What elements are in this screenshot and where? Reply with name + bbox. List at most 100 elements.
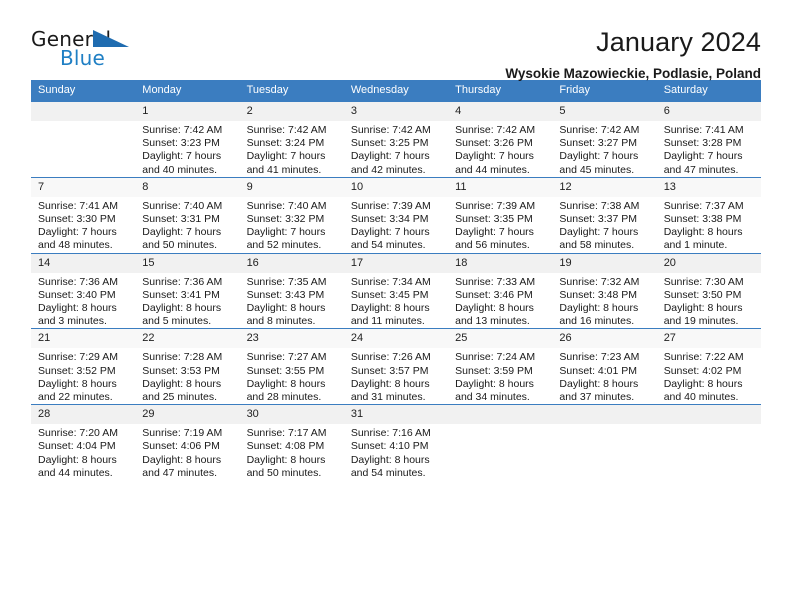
day-detail-line: Daylight: 8 hours	[350, 453, 430, 466]
day-details: Sunrise: 7:28 AM Sunset: 3:53 PM Daylight:…	[135, 348, 239, 404]
calendar-day-cell[interactable]: 26 Sunrise: 7:23 AM Sunset: 4:01 PM Dayligh…	[552, 328, 657, 405]
calendar-day-cell[interactable]: 22 Sunrise: 7:28 AM Sunset: 3:53 PM Dayligh…	[135, 328, 240, 405]
calendar-day-cell[interactable]: 6 Sunrise: 7:41 AM Sunset: 3:28 PM Daylight…	[656, 101, 761, 178]
calendar-day-cell[interactable]: 13 Sunrise: 7:37 AM Sunset: 3:38 PM Dayligh…	[656, 176, 761, 254]
calendar-day-cell[interactable]: 7 Sunrise: 7:41 AM Sunset: 3:30 PM Daylight…	[31, 176, 136, 254]
day-detail-line: Sunset: 3:25 PM	[350, 137, 429, 150]
day-detail-line: Daylight: 7 hours	[350, 226, 430, 239]
calendar-day-cell[interactable]: 30 Sunrise: 7:17 AM Sunset: 4:08 PM Dayligh…	[239, 404, 344, 481]
day-number: 17	[343, 253, 449, 273]
day-detail-line: and 56 minutes.	[455, 239, 530, 252]
calendar-day-cell[interactable]: 9 Sunrise: 7:40 AM Sunset: 3:32 PM Daylight…	[239, 176, 344, 254]
day-detail-line: Daylight: 7 hours	[142, 150, 222, 163]
day-details: Sunrise: 7:27 AM Sunset: 3:55 PM Daylight:…	[240, 348, 344, 404]
day-detail-line: Daylight: 8 hours	[142, 302, 222, 315]
calendar-day-cell[interactable]: 23 Sunrise: 7:27 AM Sunset: 3:55 PM Dayligh…	[239, 328, 344, 405]
day-detail-line: Daylight: 8 hours	[663, 302, 743, 315]
day-detail-line: Daylight: 7 hours	[455, 226, 534, 239]
general-blue-logo[interactable]: General Blue	[31, 27, 151, 75]
day-detail-line: Sunrise: 7:35 AM	[246, 275, 327, 288]
day-detail-line: Sunrise: 7:39 AM	[350, 199, 431, 212]
calendar-day-cell[interactable]: 15 Sunrise: 7:36 AM Sunset: 3:41 PM Dayligh…	[135, 252, 240, 329]
calendar-day-cell[interactable]: 18 Sunrise: 7:33 AM Sunset: 3:46 PM Dayligh…	[448, 252, 553, 329]
day-detail-line: Sunrise: 7:20 AM	[38, 427, 118, 440]
calendar-header-row: Sunday Monday Tuesday Wednesday Thursday Frid…	[31, 80, 761, 102]
day-details: Sunrise: 7:36 AM Sunset: 3:41 PM Daylight:…	[135, 273, 239, 329]
day-details: Sunrise: 7:22 AM Sunset: 4:02 PM Daylight:…	[657, 348, 761, 404]
day-detail-line: and 31 minutes.	[350, 391, 426, 404]
day-number: 2	[239, 102, 344, 121]
calendar-day-cell[interactable]: 21 Sunrise: 7:29 AM Sunset: 3:52 PM Dayligh…	[31, 328, 136, 405]
calendar-day-cell[interactable]: 16 Sunrise: 7:35 AM Sunset: 3:43 PM Dayligh…	[239, 252, 344, 329]
day-number: 15	[135, 253, 240, 273]
calendar-day-cell[interactable]: 19 Sunrise: 7:32 AM Sunset: 3:48 PM Dayligh…	[552, 252, 657, 329]
day-detail-line: Sunrise: 7:32 AM	[559, 275, 640, 288]
day-details: Sunrise: 7:36 AM Sunset: 3:40 PM Daylight:…	[31, 273, 135, 329]
day-detail-line: Sunrise: 7:16 AM	[350, 427, 431, 440]
calendar-day-cell[interactable]: 17 Sunrise: 7:34 AM Sunset: 3:45 PM Dayligh…	[343, 252, 449, 329]
day-details	[552, 424, 656, 427]
calendar-day-cell[interactable]: 10 Sunrise: 7:39 AM Sunset: 3:34 PM Dayligh…	[343, 176, 449, 254]
calendar-day-cell[interactable]: 3 Sunrise: 7:42 AM Sunset: 3:25 PM Daylight…	[343, 101, 449, 178]
day-detail-line: Sunset: 3:27 PM	[559, 137, 638, 150]
day-detail-line: Daylight: 8 hours	[142, 377, 222, 390]
day-detail-line: Daylight: 8 hours	[246, 377, 326, 390]
calendar-day-cell[interactable]: 2 Sunrise: 7:42 AM Sunset: 3:24 PM Daylight…	[239, 101, 344, 178]
day-detail-line: and 13 minutes.	[455, 315, 530, 328]
calendar-day-cell[interactable]: 25 Sunrise: 7:24 AM Sunset: 3:59 PM Dayligh…	[448, 328, 553, 405]
day-details: Sunrise: 7:42 AM Sunset: 3:26 PM Daylight:…	[448, 121, 552, 177]
day-number: 16	[239, 253, 344, 273]
day-detail-line: Sunset: 3:55 PM	[246, 364, 325, 377]
day-detail-line: Daylight: 7 hours	[559, 150, 639, 163]
calendar-day-cell[interactable]: 14 Sunrise: 7:36 AM Sunset: 3:40 PM Dayligh…	[31, 252, 136, 329]
day-detail-line: Sunrise: 7:23 AM	[559, 351, 640, 364]
day-detail-line: Sunset: 3:30 PM	[38, 213, 116, 226]
calendar-day-cell[interactable]: 12 Sunrise: 7:38 AM Sunset: 3:37 PM Dayligh…	[552, 176, 657, 254]
day-detail-line: Sunrise: 7:24 AM	[455, 351, 536, 364]
calendar-day-cell[interactable]: 1 Sunrise: 7:42 AM Sunset: 3:23 PM Daylight…	[135, 101, 240, 178]
day-details: Sunrise: 7:42 AM Sunset: 3:24 PM Daylight:…	[240, 121, 344, 177]
weekday-header-thursday: Thursday	[448, 80, 553, 102]
weekday-header-sunday: Sunday	[31, 80, 136, 102]
day-detail-line: and 45 minutes.	[559, 163, 635, 176]
day-detail-line: and 40 minutes.	[142, 163, 217, 176]
day-details	[657, 424, 761, 427]
calendar-day-cell[interactable]: 24 Sunrise: 7:26 AM Sunset: 3:57 PM Dayligh…	[343, 328, 449, 405]
day-details: Sunrise: 7:34 AM Sunset: 3:45 PM Daylight:…	[344, 273, 448, 329]
logo-text-blue: Blue	[60, 46, 106, 70]
day-number	[656, 405, 761, 425]
calendar-day-cell[interactable]: 20 Sunrise: 7:30 AM Sunset: 3:50 PM Dayligh…	[656, 252, 761, 329]
day-detail-line: Sunrise: 7:28 AM	[142, 351, 223, 364]
calendar-day-cell[interactable]: 29 Sunrise: 7:19 AM Sunset: 4:06 PM Dayligh…	[135, 404, 240, 481]
day-details: Sunrise: 7:37 AM Sunset: 3:38 PM Daylight:…	[657, 197, 761, 253]
day-detail-line: Sunrise: 7:17 AM	[246, 427, 327, 440]
day-detail-line: Sunset: 3:38 PM	[663, 213, 742, 226]
day-number: 5	[552, 102, 657, 121]
day-details: Sunrise: 7:26 AM Sunset: 3:57 PM Daylight:…	[344, 348, 448, 404]
day-detail-line: Sunrise: 7:33 AM	[455, 275, 536, 288]
day-number: 27	[656, 329, 761, 349]
day-number	[552, 405, 657, 425]
calendar-day-cell[interactable]: 27 Sunrise: 7:22 AM Sunset: 4:02 PM Dayligh…	[656, 328, 761, 405]
day-detail-line: and 47 minutes.	[142, 466, 217, 479]
calendar-day-cell[interactable]: 4 Sunrise: 7:42 AM Sunset: 3:26 PM Daylight…	[448, 101, 553, 178]
calendar-day-cell[interactable]: 11 Sunrise: 7:39 AM Sunset: 3:35 PM Dayligh…	[448, 176, 553, 254]
day-detail-line: and 54 minutes.	[350, 239, 426, 252]
day-number: 26	[552, 329, 657, 349]
calendar-day-cell[interactable]: 8 Sunrise: 7:40 AM Sunset: 3:31 PM Daylight…	[135, 176, 240, 254]
day-number: 22	[135, 329, 240, 349]
day-detail-line: Sunset: 4:02 PM	[663, 364, 742, 377]
calendar-day-cell[interactable]: 5 Sunrise: 7:42 AM Sunset: 3:27 PM Daylight…	[552, 101, 657, 178]
day-detail-line: Sunset: 4:10 PM	[350, 440, 429, 453]
calendar-empty-cell	[31, 101, 136, 178]
day-number: 19	[552, 253, 657, 273]
day-number: 4	[448, 102, 553, 121]
day-detail-line: and 47 minutes.	[663, 163, 739, 176]
day-number: 23	[239, 329, 344, 349]
page-subtitle: Wysokie Mazowieckie, Podlasie, Poland	[505, 66, 761, 81]
calendar-day-cell[interactable]: 31 Sunrise: 7:16 AM Sunset: 4:10 PM Dayligh…	[343, 404, 449, 481]
day-detail-line: Daylight: 8 hours	[142, 453, 222, 466]
day-detail-line: Sunset: 4:01 PM	[559, 364, 638, 377]
calendar-day-cell[interactable]: 28 Sunrise: 7:20 AM Sunset: 4:04 PM Dayligh…	[31, 404, 136, 481]
day-details: Sunrise: 7:23 AM Sunset: 4:01 PM Daylight:…	[552, 348, 656, 404]
